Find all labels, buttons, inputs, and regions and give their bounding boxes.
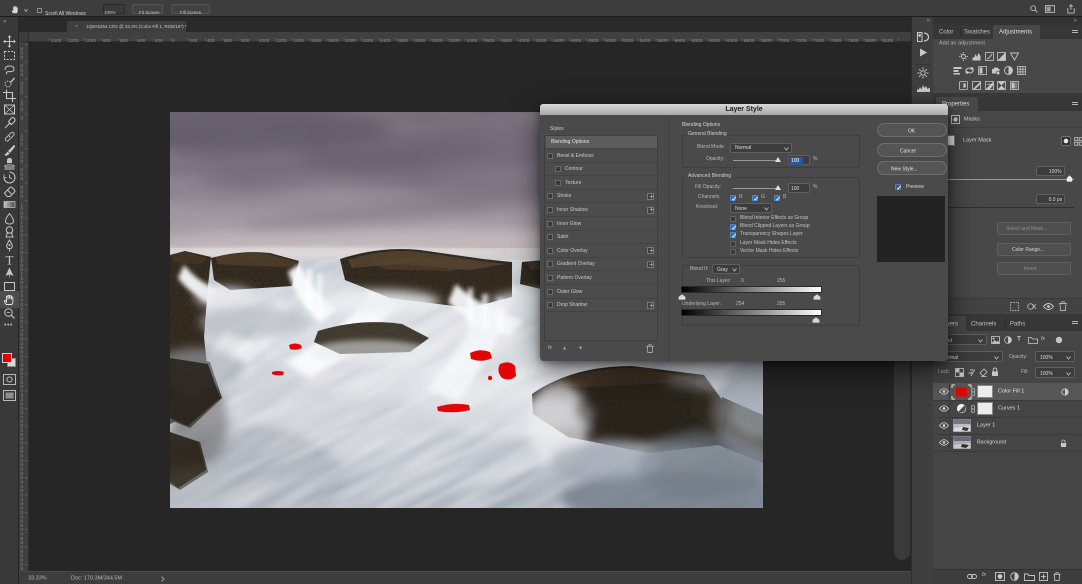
svg-text:0: 0 (21, 72, 24, 77)
svg-text:1400: 1400 (293, 38, 304, 44)
svg-text:5400: 5400 (640, 38, 651, 44)
svg-text:4400: 4400 (553, 38, 564, 44)
svg-text:400: 400 (137, 38, 145, 44)
svg-text:3400: 3400 (467, 38, 478, 44)
svg-text:6200: 6200 (709, 38, 720, 44)
svg-text:0: 0 (21, 90, 24, 95)
svg-text:800: 800 (241, 38, 249, 44)
svg-text:0: 0 (21, 107, 24, 112)
svg-text:1800: 1800 (328, 38, 339, 44)
svg-text:0: 0 (21, 116, 24, 121)
svg-text:200: 200 (189, 38, 197, 44)
svg-text:5200: 5200 (623, 38, 634, 44)
svg-text:0: 0 (21, 142, 24, 147)
svg-text:8000: 8000 (865, 38, 876, 44)
svg-text:4800: 4800 (588, 38, 599, 44)
svg-text:8200: 8200 (883, 38, 894, 44)
svg-text:2000: 2000 (345, 38, 356, 44)
svg-text:2800: 2800 (415, 38, 426, 44)
svg-text:0: 0 (21, 176, 24, 181)
svg-text:5000: 5000 (605, 38, 616, 44)
svg-text:6800: 6800 (761, 38, 772, 44)
svg-text:3000: 3000 (432, 38, 443, 44)
svg-text:3800: 3800 (501, 38, 512, 44)
svg-text:800: 800 (103, 38, 111, 44)
svg-text:2400: 2400 (380, 38, 391, 44)
svg-text:T: T (6, 253, 14, 266)
svg-text:3200: 3200 (449, 38, 460, 44)
svg-text:6400: 6400 (727, 38, 738, 44)
svg-text:4000: 4000 (519, 38, 530, 44)
svg-text:7000: 7000 (779, 38, 790, 44)
svg-text:0: 0 (21, 55, 24, 60)
svg-text:1200: 1200 (276, 38, 287, 44)
svg-text:2200: 2200 (363, 38, 374, 44)
svg-text:600: 600 (120, 38, 128, 44)
svg-text:1000: 1000 (85, 38, 96, 44)
svg-text:400: 400 (207, 38, 215, 44)
svg-text:4600: 4600 (571, 38, 582, 44)
svg-text:6000: 6000 (692, 38, 703, 44)
svg-text:0: 0 (21, 194, 24, 199)
svg-text:0: 0 (172, 38, 175, 44)
svg-text:1600: 1600 (311, 38, 322, 44)
svg-text:2600: 2600 (397, 38, 408, 44)
svg-text:1000: 1000 (259, 38, 270, 44)
svg-text:5800: 5800 (675, 38, 686, 44)
svg-text:3600: 3600 (484, 38, 495, 44)
svg-text:200: 200 (155, 38, 163, 44)
svg-text:7400: 7400 (813, 38, 824, 44)
svg-text:4200: 4200 (536, 38, 547, 44)
svg-text:1200: 1200 (68, 38, 79, 44)
svg-text:7800: 7800 (848, 38, 859, 44)
svg-text:7200: 7200 (796, 38, 807, 44)
svg-text:1400: 1400 (51, 38, 62, 44)
svg-text:0: 0 (21, 159, 24, 164)
svg-text:6600: 6600 (744, 38, 755, 44)
svg-text:600: 600 (224, 38, 232, 44)
svg-text:5600: 5600 (657, 38, 668, 44)
svg-text:7600: 7600 (831, 38, 842, 44)
